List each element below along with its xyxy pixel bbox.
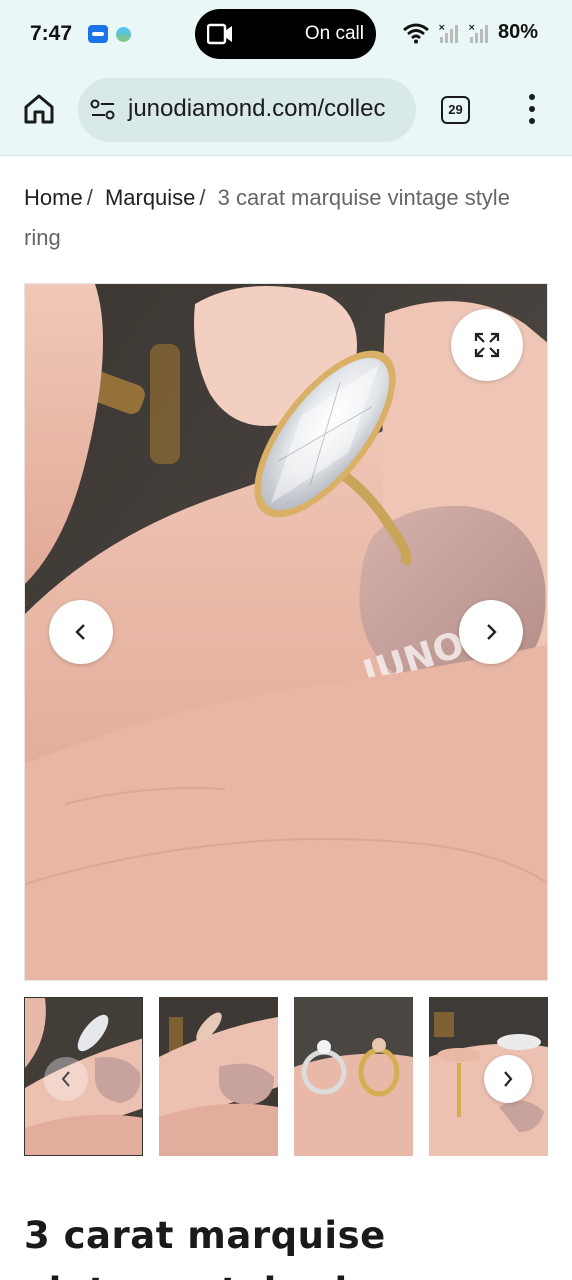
thumbnail-next-button[interactable] (484, 1055, 532, 1103)
breadcrumb-separator: / (199, 185, 206, 210)
svg-text:×: × (438, 23, 446, 33)
chevron-right-icon (504, 1071, 513, 1087)
fullscreen-button[interactable] (451, 309, 523, 381)
key-icon (88, 25, 108, 43)
signal-icon: × (468, 23, 488, 43)
status-indicators: × × 80% (402, 21, 538, 44)
battery-level: 80% (497, 21, 538, 43)
call-label: On call (304, 23, 364, 44)
status-time: 7:47 (30, 22, 73, 45)
thumbnail-prev-button[interactable] (44, 1057, 88, 1101)
home-icon[interactable] (22, 92, 56, 126)
more-menu-icon[interactable] (522, 94, 542, 128)
expand-icon (474, 332, 500, 358)
chevron-right-icon (487, 624, 497, 640)
status-bar: 7:47 On call × × 80% (0, 0, 572, 68)
prev-image-button[interactable] (49, 600, 113, 664)
next-image-button[interactable] (459, 600, 523, 664)
browser-toolbar: junodiamond.com/collec 29 (0, 68, 572, 156)
breadcrumb-separator: / (86, 185, 93, 210)
app-dot-icon (116, 27, 131, 42)
svg-text:×: × (468, 23, 476, 33)
breadcrumb-home[interactable]: Home (24, 185, 83, 210)
thumbnail-2[interactable] (159, 997, 278, 1156)
address-bar[interactable]: junodiamond.com/collec (78, 78, 416, 142)
tab-count: 29 (448, 102, 463, 117)
breadcrumb: Home / Marquise/ 3 carat marquise vintage… (24, 178, 548, 258)
url-text: junodiamond.com/collec (128, 95, 386, 122)
chevron-left-icon (75, 624, 85, 640)
video-call-icon (207, 23, 232, 45)
call-pill[interactable]: On call (195, 9, 376, 59)
site-info-icon[interactable] (90, 99, 116, 121)
product-title: 3 carat marquise vintage style ring (24, 1214, 401, 1280)
chevron-left-icon (61, 1071, 70, 1087)
thumbnail-strip (24, 997, 548, 1157)
wifi-icon (403, 23, 429, 43)
thumbnail-3[interactable] (294, 997, 413, 1156)
breadcrumb-marquise[interactable]: Marquise (105, 185, 195, 210)
breadcrumb-current: 3 carat marquise vintage style ring (24, 185, 510, 250)
tabs-icon[interactable]: 29 (441, 96, 470, 124)
signal-icon: × (438, 23, 458, 43)
